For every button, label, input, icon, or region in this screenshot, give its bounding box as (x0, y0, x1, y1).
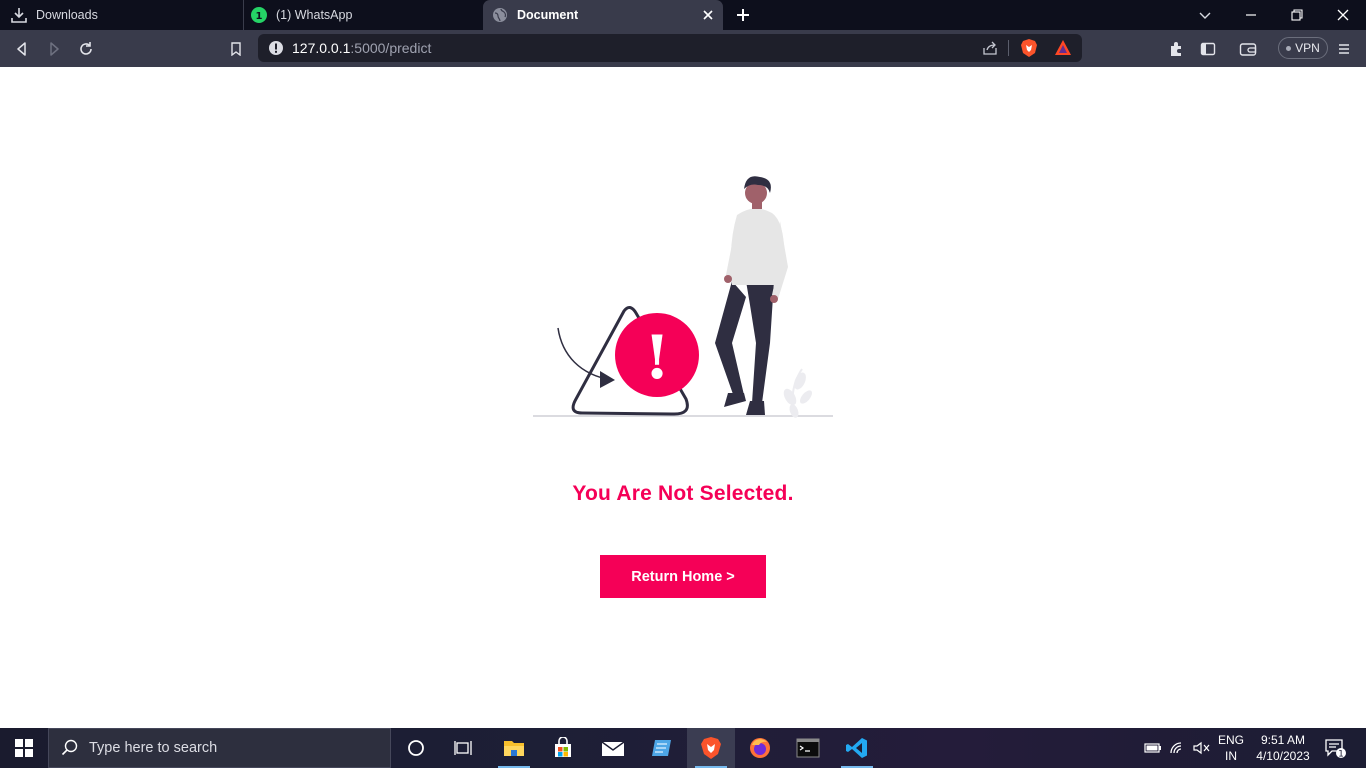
cortana-icon[interactable] (392, 728, 440, 768)
brave-rewards-icon[interactable] (1054, 39, 1072, 62)
terminal-icon[interactable] (784, 728, 832, 768)
file-explorer-icon[interactable] (490, 728, 538, 768)
notification-center-icon[interactable]: 1 (1320, 728, 1350, 768)
globe-icon (491, 6, 509, 24)
bookmark-icon[interactable] (223, 36, 249, 62)
date: 4/10/2023 (1256, 749, 1310, 763)
divider (1008, 40, 1009, 56)
search-placeholder: Type here to search (89, 740, 218, 756)
close-window-button[interactable] (1320, 0, 1366, 30)
battery-icon[interactable] (1140, 728, 1166, 768)
wallet-icon[interactable] (1235, 36, 1261, 62)
tab-label: Document (517, 8, 579, 22)
search-icon (61, 739, 79, 757)
windows-logo-icon (15, 739, 33, 757)
menu-icon[interactable] (1331, 36, 1357, 62)
arrow-head (600, 371, 615, 388)
vpn-status-icon (1286, 45, 1292, 51)
page-title: You Are Not Selected. (572, 482, 794, 505)
site-info-icon[interactable] (268, 40, 284, 61)
brave-shields-icon[interactable] (1020, 38, 1038, 63)
clock[interactable]: 9:51 AM 4/10/2023 (1252, 732, 1314, 764)
page-content: ! You Are Not Selected. Return Home > (0, 67, 1366, 728)
tab-label: (1) WhatsApp (276, 8, 353, 22)
extensions-icon[interactable] (1163, 36, 1189, 62)
browser-toolbar: 127.0.0.1:5000/predict VPN (0, 30, 1366, 67)
sidebar-icon[interactable] (1195, 36, 1221, 62)
vpn-button[interactable]: VPN (1278, 37, 1328, 59)
language-indicator[interactable]: ENG IN (1216, 732, 1246, 764)
volume-muted-icon[interactable] (1190, 728, 1214, 768)
notepad-app-icon[interactable] (638, 728, 686, 768)
language-code: ENG (1217, 733, 1244, 747)
return-home-button[interactable]: Return Home > (600, 555, 766, 598)
mail-icon[interactable] (589, 728, 637, 768)
close-tab-icon[interactable] (699, 6, 717, 24)
reload-button[interactable] (73, 36, 99, 62)
restore-button[interactable] (1274, 0, 1320, 30)
whatsapp-icon: 1 (250, 6, 268, 24)
taskbar: Type here to search ENG IN 9:51 AM 4/10/… (0, 728, 1366, 768)
share-icon[interactable] (982, 40, 998, 61)
url-text: 127.0.0.1:5000/predict (292, 40, 431, 56)
back-button[interactable] (9, 36, 35, 62)
notification-count: 1 (1338, 750, 1344, 760)
url-path: :5000/predict (350, 40, 432, 56)
taskbar-search-input[interactable]: Type here to search (48, 728, 391, 768)
download-icon (10, 6, 28, 24)
tab-strip: Downloads 1 (1) WhatsApp Document (0, 0, 1366, 30)
windows-start-button[interactable] (0, 728, 48, 768)
person-figure (715, 176, 788, 415)
forward-button[interactable] (41, 36, 67, 62)
tab-label: Downloads (36, 8, 98, 22)
curved-arrow (557, 327, 613, 381)
address-bar[interactable]: 127.0.0.1:5000/predict (258, 34, 1082, 62)
microsoft-store-icon[interactable] (539, 728, 587, 768)
region-code: IN (1225, 749, 1237, 763)
time: 9:51 AM (1260, 733, 1306, 747)
tab-downloads[interactable]: Downloads (10, 0, 240, 30)
firefox-icon[interactable] (736, 728, 784, 768)
new-tab-button[interactable] (721, 0, 765, 30)
tab-divider (243, 0, 244, 30)
wifi-icon[interactable] (1166, 728, 1190, 768)
tab-document[interactable]: Document (483, 0, 723, 30)
task-view-icon[interactable] (440, 728, 488, 768)
whatsapp-badge: 1 (256, 11, 263, 22)
tab-search-chevron-icon[interactable] (1182, 0, 1228, 30)
vpn-label: VPN (1295, 41, 1320, 55)
minimize-button[interactable] (1228, 0, 1274, 30)
warning-illustration: ! (533, 176, 833, 418)
alert-symbol: ! (644, 323, 670, 393)
brave-browser-icon[interactable] (687, 728, 735, 768)
url-host: 127.0.0.1 (292, 40, 351, 56)
vs-code-icon[interactable] (833, 728, 881, 768)
tab-whatsapp[interactable]: 1 (1) WhatsApp (250, 0, 480, 30)
